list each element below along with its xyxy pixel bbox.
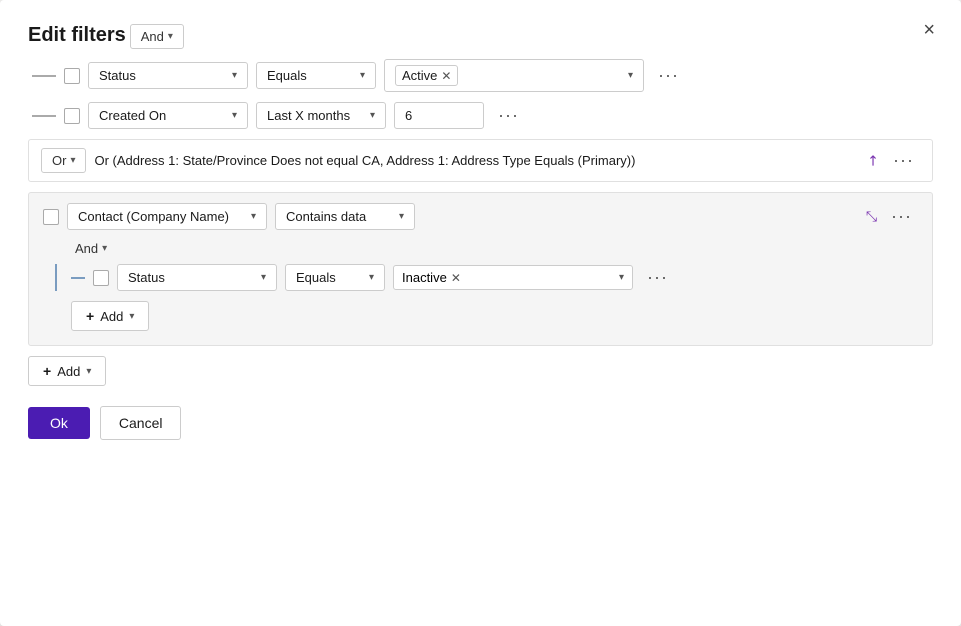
bottom-add-button[interactable]: + Add ▾	[28, 356, 106, 386]
nested-group-more-button[interactable]: ···	[885, 204, 918, 229]
row-1-field-dropdown[interactable]: Status ▾	[88, 62, 248, 89]
row-1-chip-remove[interactable]: ✕	[441, 69, 451, 83]
row-2-more-button[interactable]: ···	[492, 103, 525, 128]
nested-and-chevron: ▾	[102, 243, 107, 254]
row-1-chip-label: Active	[402, 68, 437, 83]
shrink-icon[interactable]: ⤡	[866, 208, 877, 225]
bottom-add-label: Add	[57, 364, 80, 379]
or-row-more-button[interactable]: ···	[887, 148, 920, 173]
inner-field-dropdown[interactable]: Status ▾	[117, 264, 277, 291]
bottom-add-chevron: ▾	[86, 366, 91, 377]
filter-row-1: Status ▾ Equals ▾ Active ✕ ▾ ···	[28, 59, 933, 92]
inner-field-label: Status	[128, 270, 165, 285]
inner-operator-chevron: ▾	[369, 272, 374, 283]
inner-row-more-button[interactable]: ···	[641, 265, 674, 290]
row-2-value-input[interactable]	[394, 102, 484, 129]
nested-group-checkbox[interactable]	[43, 209, 59, 225]
bottom-add-plus: +	[43, 363, 51, 379]
nested-field-chevron: ▾	[251, 211, 256, 222]
bottom-add-wrap: + Add ▾	[28, 356, 933, 386]
row-2-field-chevron: ▾	[232, 110, 237, 121]
nested-add-label: Add	[100, 309, 123, 324]
row-2-operator-dropdown[interactable]: Last X months ▾	[256, 102, 386, 129]
row-1-operator-dropdown[interactable]: Equals ▾	[256, 62, 376, 89]
close-button[interactable]: ×	[917, 18, 941, 42]
row-2-operator-label: Last X months	[267, 108, 350, 123]
nested-add-wrap: + Add ▾	[71, 301, 918, 331]
inner-field-chevron: ▾	[261, 272, 266, 283]
ok-button[interactable]: Ok	[28, 407, 90, 439]
top-logic-label: And	[141, 29, 164, 44]
row-1-value-tag: Active ✕ ▾	[384, 59, 644, 92]
or-logic-label: Or	[52, 153, 66, 168]
inner-operator-dropdown[interactable]: Equals ▾	[285, 264, 385, 291]
nested-add-chevron: ▾	[129, 311, 134, 322]
or-complex-row: Or ▾ Or (Address 1: State/Province Does …	[28, 139, 933, 182]
row-1-operator-chevron: ▾	[360, 70, 365, 81]
dialog-title: Edit filters	[28, 24, 126, 46]
nested-add-plus: +	[86, 308, 94, 324]
nested-operator-dropdown[interactable]: Contains data ▾	[275, 203, 415, 230]
nested-v-line	[55, 264, 57, 291]
row-1-value-chip: Active ✕	[395, 65, 458, 86]
row-1-field-chevron: ▾	[232, 70, 237, 81]
row-1-value-chevron[interactable]: ▾	[628, 70, 633, 81]
footer: Ok Cancel	[28, 406, 933, 440]
nested-field-label: Contact (Company Name)	[78, 209, 229, 224]
inactive-chip: Inactive ✕	[402, 270, 461, 285]
nested-add-button[interactable]: + Add ▾	[71, 301, 149, 331]
inactive-chip-remove[interactable]: ✕	[451, 271, 461, 285]
row-1-field-label: Status	[99, 68, 136, 83]
top-logic-dropdown[interactable]: And ▾	[130, 24, 184, 49]
or-logic-dropdown[interactable]: Or ▾	[41, 148, 86, 173]
inner-row-checkbox[interactable]	[93, 270, 109, 286]
nested-field-dropdown[interactable]: Contact (Company Name) ▾	[67, 203, 267, 230]
row-1-more-button[interactable]: ···	[652, 63, 685, 88]
row-2-operator-chevron: ▾	[370, 110, 375, 121]
filter-row-2: Created On ▾ Last X months ▾ ···	[28, 102, 933, 129]
inner-operator-label: Equals	[296, 270, 336, 285]
inactive-dropdown-chevron[interactable]: ▾	[619, 272, 624, 283]
row-2-field-dropdown[interactable]: Created On ▾	[88, 102, 248, 129]
row-1-operator-label: Equals	[267, 68, 307, 83]
expand-icon[interactable]: ↗	[863, 150, 883, 170]
nested-operator-chevron: ▾	[399, 211, 404, 222]
row-connector-1	[32, 75, 56, 77]
row-1-checkbox[interactable]	[64, 68, 80, 84]
row-2-checkbox[interactable]	[64, 108, 80, 124]
nested-and-logic: And ▾	[75, 241, 107, 256]
nested-inner-row: Status ▾ Equals ▾ Inactive ✕ ▾ ···	[71, 264, 918, 291]
or-logic-chevron: ▾	[70, 155, 75, 166]
inner-value-dropdown: Inactive ✕ ▾	[393, 265, 633, 290]
nested-and-label: And	[75, 241, 98, 256]
row-connector-2	[32, 115, 56, 117]
nested-h-line	[71, 277, 85, 279]
edit-filters-dialog: Edit filters × And ▾ Status ▾ Equals ▾ A…	[0, 0, 961, 626]
cancel-button[interactable]: Cancel	[100, 406, 182, 440]
inactive-chip-label: Inactive	[402, 270, 447, 285]
row-2-field-label: Created On	[99, 108, 166, 123]
nested-operator-label: Contains data	[286, 209, 366, 224]
top-logic-chevron: ▾	[168, 31, 173, 42]
or-row-text: Or (Address 1: State/Province Does not e…	[94, 153, 859, 168]
nested-group: Contact (Company Name) ▾ Contains data ▾…	[28, 192, 933, 346]
nested-group-header: Contact (Company Name) ▾ Contains data ▾…	[43, 203, 918, 230]
